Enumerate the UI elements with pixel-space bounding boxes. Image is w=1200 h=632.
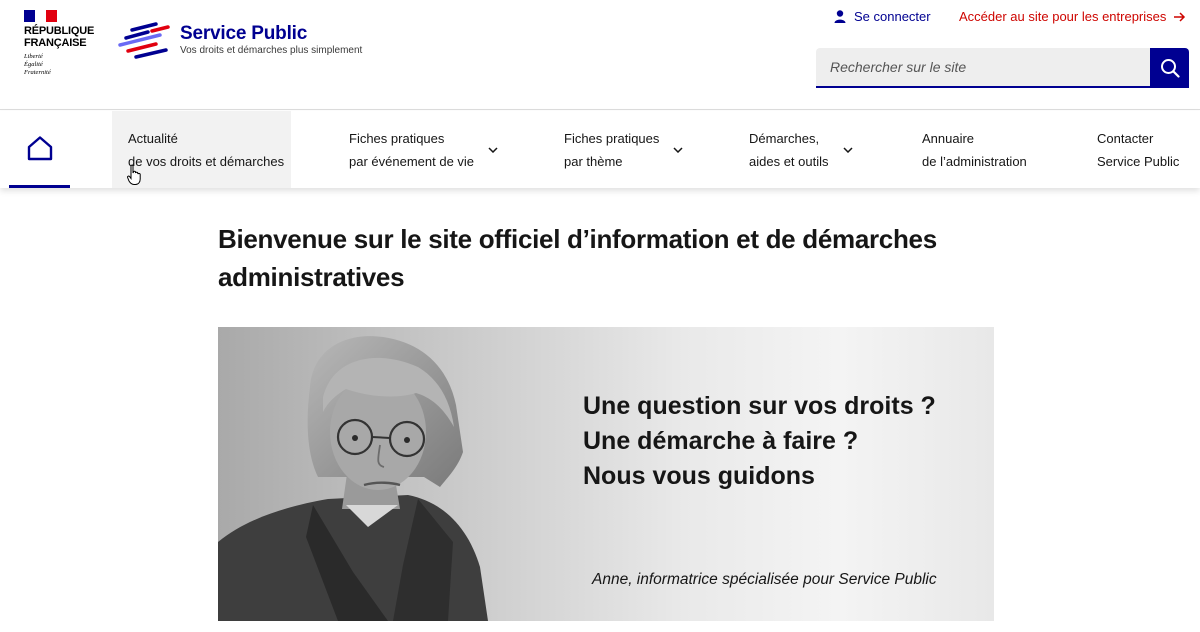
banner-line: Une question sur vos droits ?	[583, 392, 936, 420]
hand-cursor-icon	[127, 164, 141, 185]
nav-item-line1: Contacter	[1097, 130, 1154, 146]
home-icon	[27, 136, 52, 161]
page-title: Bienvenue sur le site officiel d’informa…	[218, 224, 937, 292]
search-icon	[1160, 59, 1180, 78]
banner-caption: Anne, informatrice spécialisée pour Serv…	[592, 571, 937, 588]
francaise-line: FRANÇAISE	[24, 37, 87, 49]
nav-item-line2: Service Public	[1097, 153, 1180, 169]
portrait-photo	[218, 336, 488, 621]
connect-link[interactable]: Se connecter	[834, 9, 931, 24]
nav-item-line2: par thème	[564, 153, 623, 169]
header: RÉPUBLIQUE FRANÇAISE Liberté Égalité Fra…	[0, 0, 1200, 110]
devise-fraternite: Fraternité	[24, 69, 51, 76]
nav-item-line2: aides et outils	[749, 153, 829, 169]
nav-item-line2: de vos droits et démarches	[128, 153, 285, 169]
entreprises-link[interactable]: Accéder au site pour les entreprises	[959, 9, 1186, 24]
nav-item-contacter[interactable]: Contacter Service Public	[1097, 111, 1179, 188]
site-name[interactable]: Service Public	[180, 23, 307, 45]
flag-icon	[24, 10, 57, 22]
service-public-logo-icon[interactable]	[118, 22, 174, 62]
nav-home[interactable]	[9, 111, 70, 188]
nav-item-annuaire[interactable]: Annuaire de l’administration	[922, 111, 1027, 188]
nav-item-line2: par événement de vie	[349, 153, 475, 169]
search-bar	[816, 48, 1189, 88]
republique-francaise-logo[interactable]: RÉPUBLIQUE FRANÇAISE Liberté Égalité Fra…	[24, 10, 104, 77]
search-input[interactable]	[816, 48, 1150, 88]
nav-item-line1: Fiches pratiques	[349, 130, 445, 146]
devise-egalite: Égalité	[24, 61, 43, 68]
chevron-down-icon	[673, 146, 683, 153]
entreprises-label: Accéder au site pour les entreprises	[959, 9, 1167, 24]
search-button[interactable]	[1150, 48, 1189, 88]
nav-item-line2: de l’administration	[922, 153, 1027, 169]
nav-item-line1: Annuaire	[922, 130, 975, 146]
devise: Liberté Égalité Fraternité	[24, 53, 104, 77]
chevron-down-icon	[488, 146, 498, 153]
republique-line: RÉPUBLIQUE	[24, 25, 95, 37]
connect-label: Se connecter	[854, 9, 931, 24]
nav-item-demarches[interactable]: Démarches, aides et outils	[749, 111, 853, 188]
devise-liberte: Liberté	[24, 53, 43, 60]
main-navigation: Actualité de vos droits et démarches Fic…	[0, 111, 1200, 188]
arrow-right-icon	[1174, 11, 1186, 22]
banner-line: Nous vous guidons	[583, 462, 815, 490]
user-icon	[834, 10, 846, 23]
banner-headline: Une question sur vos droits ? Une démarc…	[583, 389, 936, 494]
banner-line: Une démarche à faire ?	[583, 427, 859, 455]
hero-banner: Une question sur vos droits ? Une démarc…	[218, 327, 994, 621]
site-tagline: Vos droits et démarches plus simplement	[180, 45, 363, 56]
republique-francaise-title: RÉPUBLIQUE FRANÇAISE	[24, 25, 104, 49]
nav-item-line1: Actualité	[128, 130, 178, 146]
chevron-down-icon	[842, 146, 853, 153]
nav-item-par-theme[interactable]: Fiches pratiques par thème	[564, 111, 683, 188]
nav-item-line1: Démarches,	[749, 130, 820, 146]
nav-item-line1: Fiches pratiques	[564, 130, 660, 146]
nav-item-evenement-de-vie[interactable]: Fiches pratiques par événement de vie	[349, 111, 498, 188]
